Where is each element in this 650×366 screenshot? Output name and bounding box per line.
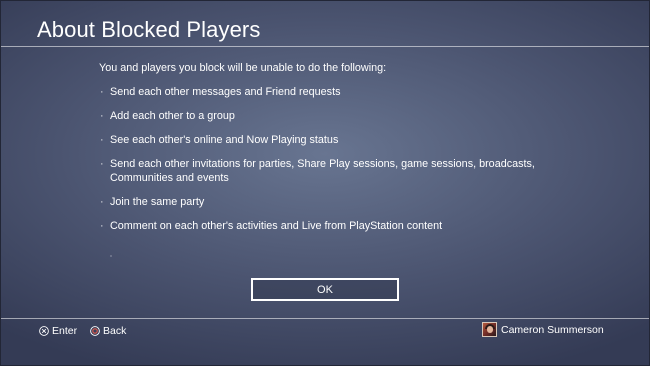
list-item: · Join the same party	[99, 195, 569, 209]
list-item-text: Send each other invitations for parties,…	[110, 158, 535, 184]
list-item-text: Comment on each other's activities and L…	[110, 220, 443, 232]
bullet-dot-icon: ·	[100, 110, 104, 122]
list-item: · Send each other messages and Friend re…	[99, 85, 569, 99]
user-profile: Cameron Summerson	[482, 322, 604, 337]
list-item: · Send each other invitations for partie…	[99, 157, 569, 185]
bullet-dot-icon: ·	[100, 86, 104, 98]
footer-bar: Enter Back Cameron Summerson	[1, 319, 649, 343]
back-label: Back	[103, 325, 127, 337]
avatar	[482, 322, 497, 337]
user-name: Cameron Summerson	[501, 323, 604, 336]
list-item: · Comment on each other's activities and…	[99, 219, 569, 233]
intro-text: You and players you block will be unable…	[99, 62, 387, 74]
bullet-dot-icon: ·	[100, 158, 104, 170]
list-item: · See each other's online and Now Playin…	[99, 133, 569, 147]
ok-button[interactable]: OK	[251, 278, 399, 301]
enter-hint[interactable]: Enter	[39, 325, 77, 337]
cross-button-icon	[39, 326, 49, 336]
bullet-dot-icon: ·	[100, 220, 104, 232]
circle-button-icon	[90, 326, 100, 336]
title-divider	[1, 46, 649, 47]
bullet-dot-icon: ·	[100, 134, 104, 146]
list-item-text: See each other's online and Now Playing …	[110, 134, 339, 146]
back-hint[interactable]: Back	[90, 325, 126, 337]
scroll-indicator	[110, 255, 112, 257]
bullet-dot-icon: ·	[100, 196, 104, 208]
dialog-body: You and players you block will be unable…	[99, 61, 569, 243]
list-item: · Add each other to a group	[99, 109, 569, 123]
restriction-list: · Send each other messages and Friend re…	[99, 85, 569, 233]
blocked-players-dialog: About Blocked Players You and players yo…	[0, 0, 650, 366]
enter-label: Enter	[52, 325, 78, 337]
list-item-text: Join the same party	[110, 196, 205, 208]
list-item-text: Add each other to a group	[110, 110, 235, 122]
page-title: About Blocked Players	[37, 17, 261, 42]
list-item-text: Send each other messages and Friend requ…	[110, 86, 341, 98]
